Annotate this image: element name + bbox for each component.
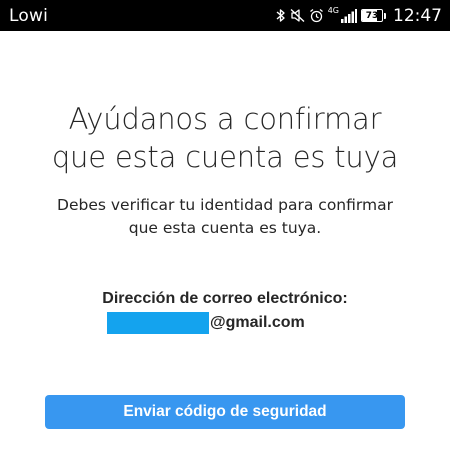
status-icons: 4G 73 12:47 [276, 6, 442, 26]
carrier-name: Lowi [9, 5, 49, 26]
page-description: Debes verificar tu identidad para confir… [0, 194, 450, 240]
page-title: Ayúdanos a confirmar que esta cuenta es … [0, 100, 450, 176]
email-address: @gmail.com [107, 312, 305, 334]
network-type-icon: 4G [327, 5, 339, 15]
email-redaction [107, 312, 209, 334]
page-description-line: que esta cuenta es tuya. [128, 219, 322, 237]
status-clock: 12:47 [393, 5, 442, 26]
page-title-line: que esta cuenta es tuya [51, 140, 399, 174]
battery-level: 73 [365, 10, 379, 21]
bluetooth-icon [276, 8, 286, 23]
page-title-line: Ayúdanos a confirmar [68, 102, 382, 136]
battery-icon: 73 [361, 9, 386, 22]
email-label: Dirección de correo electrónico: [102, 290, 348, 307]
alarm-icon [309, 8, 324, 23]
email-domain: @gmail.com [210, 314, 305, 331]
page-description-line: Debes verificar tu identidad para confir… [57, 196, 393, 214]
signal-icon [341, 8, 357, 23]
send-security-code-button[interactable]: Enviar código de seguridad [45, 395, 405, 429]
status-bar: Lowi 4G 73 12:47 [0, 0, 450, 31]
mute-icon [290, 8, 305, 23]
